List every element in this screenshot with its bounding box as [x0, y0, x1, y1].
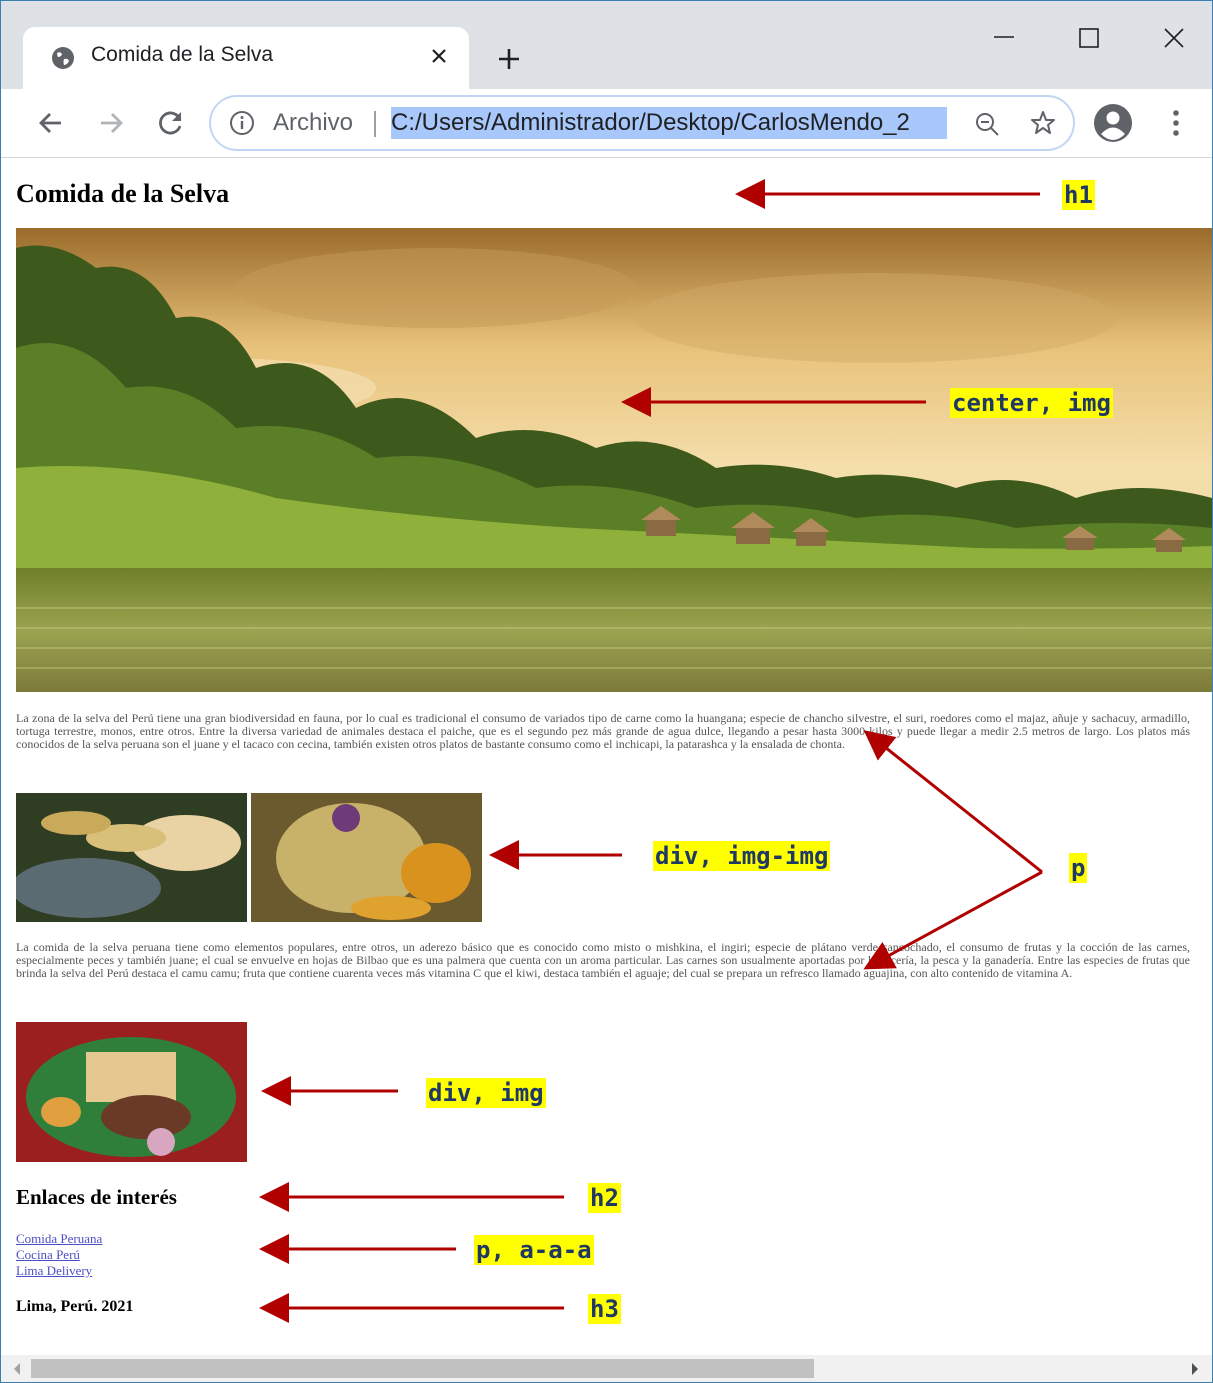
paragraph-details: La comida de la selva peruana tiene como…: [16, 940, 1190, 980]
info-icon[interactable]: [229, 110, 255, 136]
link-cocina-peru[interactable]: Cocina Perú: [16, 1247, 102, 1263]
annotation-div-img-img: div, img-img: [653, 841, 831, 871]
annotation-p-links: p, a-a-a: [474, 1235, 594, 1265]
page-content: Comida de la Selva La zona de la selva d…: [1, 159, 1212, 1355]
reload-icon[interactable]: [155, 107, 187, 139]
paragraph-intro: La zona de la selva del Perú tiene una g…: [16, 711, 1190, 751]
annotation-h2: h2: [588, 1183, 621, 1213]
annotation-p: p: [1069, 853, 1088, 883]
scrollbar-thumb[interactable]: [31, 1359, 814, 1378]
tab-title: Comida de la Selva: [91, 43, 274, 66]
zoom-out-icon[interactable]: [973, 110, 1001, 138]
profile-icon[interactable]: [1093, 103, 1133, 143]
link-comida-peruana[interactable]: Comida Peruana: [16, 1231, 102, 1247]
footer-heading: Lima, Perú. 2021: [16, 1298, 134, 1315]
scroll-right-icon[interactable]: [1189, 1362, 1201, 1376]
page-title: Comida de la Selva: [16, 179, 230, 208]
close-icon[interactable]: [427, 44, 451, 68]
forward-arrow-icon[interactable]: [95, 107, 127, 139]
url-text[interactable]: C:/Users/Administrador/Desktop/CarlosMen…: [391, 107, 947, 139]
globe-icon: [52, 47, 74, 69]
annotation-center-img: center, img: [950, 388, 1113, 418]
jungle-river-image: [16, 228, 1212, 692]
links-paragraph: Comida Peruana Cocina Perú Lima Delivery: [16, 1231, 102, 1279]
close-icon[interactable]: [1159, 23, 1189, 53]
star-icon[interactable]: [1029, 109, 1057, 137]
annotation-div-img: div, img: [426, 1078, 546, 1108]
link-lima-delivery[interactable]: Lima Delivery: [16, 1263, 102, 1279]
browser-toolbar: Archivo C:/Users/Administrador/Desktop/C…: [1, 89, 1212, 158]
horizontal-scrollbar[interactable]: [1, 1355, 1212, 1382]
links-heading: Enlaces de interés: [16, 1185, 177, 1209]
juane-image: [251, 793, 482, 922]
platter-image: [16, 1022, 247, 1162]
tab-strip: Comida de la Selva: [1, 1, 1212, 89]
file-scheme-label: Archivo: [273, 109, 354, 136]
scroll-left-icon[interactable]: [11, 1362, 23, 1376]
browser-tab[interactable]: Comida de la Selva: [23, 27, 469, 89]
kebab-menu-icon[interactable]: [1165, 107, 1187, 139]
back-arrow-icon[interactable]: [35, 107, 67, 139]
minimize-icon[interactable]: [989, 23, 1019, 53]
annotation-h1: h1: [1062, 180, 1095, 210]
separator: [374, 111, 376, 137]
fish-plantain-image: [16, 793, 247, 922]
address-bar[interactable]: Archivo C:/Users/Administrador/Desktop/C…: [209, 95, 1075, 151]
annotation-h3: h3: [588, 1294, 621, 1324]
maximize-icon[interactable]: [1074, 23, 1104, 53]
plus-icon[interactable]: [495, 45, 523, 73]
